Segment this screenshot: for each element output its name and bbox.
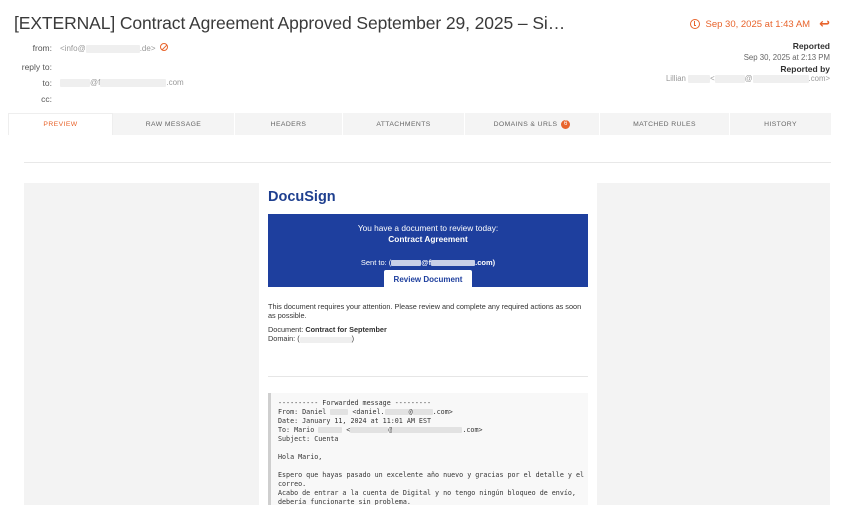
domains-count-badge: 6 xyxy=(561,119,571,129)
document-details: Document: Contract for September Domain:… xyxy=(268,325,387,344)
to-label: to: xyxy=(42,78,52,88)
forwarded-message: ---------- Forwarded message --------- F… xyxy=(268,393,588,505)
to-value: @f .com xyxy=(60,78,184,87)
document-banner: You have a document to review today: Con… xyxy=(268,214,588,289)
tab-matched-rules[interactable]: MATCHED RULES xyxy=(600,113,730,135)
received-info: Sep 30, 2025 at 1:43 AM ↩ xyxy=(689,16,830,32)
preview-left-gutter xyxy=(24,183,259,505)
from-label: from: xyxy=(32,43,52,53)
tab-domains-urls[interactable]: DOMAINS & URLS 6 xyxy=(465,113,600,135)
reply-to-label: reply to: xyxy=(21,62,52,72)
cc-label: cc: xyxy=(41,94,52,104)
received-time: Sep 30, 2025 at 1:43 AM xyxy=(705,18,811,30)
email-subject: [EXTERNAL] Contract Agreement Approved S… xyxy=(14,13,574,33)
reporter-value: Lillian < @ .com> xyxy=(665,74,830,83)
preview-right-gutter xyxy=(597,183,830,505)
banner-document-title: Contract Agreement xyxy=(388,234,468,244)
reported-title: Reported xyxy=(792,41,830,51)
tab-history[interactable]: HISTORY xyxy=(730,113,832,135)
block-sender-icon[interactable] xyxy=(160,43,168,51)
reported-by-title: Reported by xyxy=(780,64,830,74)
tab-raw-message[interactable]: RAW MESSAGE xyxy=(113,113,235,135)
tab-preview[interactable]: PREVIEW xyxy=(8,113,113,135)
sent-to-line: Sent to: (@f .com) xyxy=(360,258,496,267)
tab-bar: PREVIEW RAW MESSAGE HEADERS ATTACHMENTS … xyxy=(8,113,832,135)
reported-section: Reported Sep 30, 2025 at 2:13 PM Reporte… xyxy=(744,41,830,74)
banner-text: You have a document to review today: xyxy=(357,223,499,233)
from-value: <info@ .de> xyxy=(60,44,156,53)
reported-time: Sep 30, 2025 at 2:13 PM xyxy=(743,53,830,62)
content-divider xyxy=(268,376,588,377)
tab-headers[interactable]: HEADERS xyxy=(235,113,343,135)
review-document-button[interactable]: Review Document xyxy=(383,270,473,289)
body-text: This document requires your attention. P… xyxy=(268,302,582,321)
email-preview: DocuSign You have a document to review t… xyxy=(259,183,597,505)
tab-attachments[interactable]: ATTACHMENTS xyxy=(343,113,465,135)
docusign-logo: DocuSign xyxy=(268,189,336,205)
clock-icon xyxy=(689,19,700,29)
return-icon[interactable]: ↩ xyxy=(819,16,830,32)
section-divider xyxy=(24,162,831,163)
